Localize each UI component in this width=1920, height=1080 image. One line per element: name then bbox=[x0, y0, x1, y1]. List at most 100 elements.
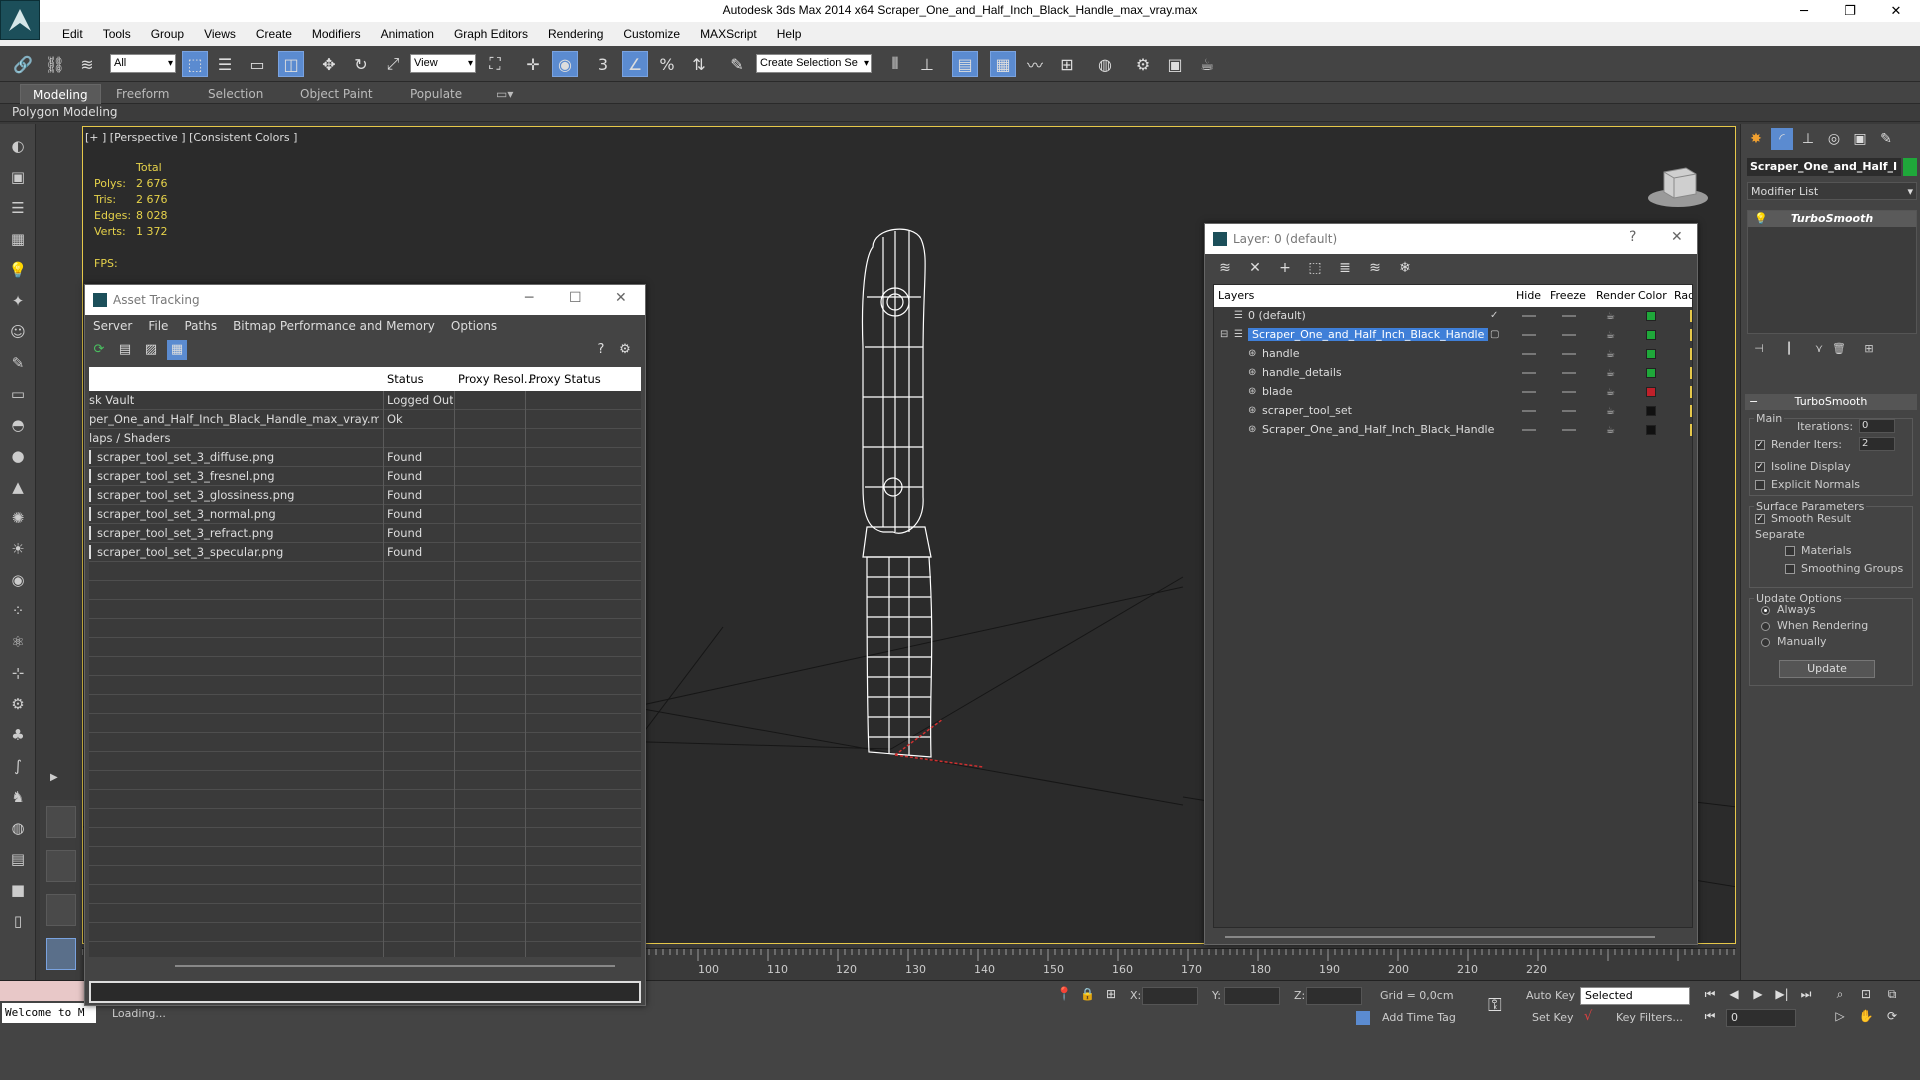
list-icon[interactable]: ☰ bbox=[6, 196, 30, 220]
refresh-icon[interactable]: ⟳ bbox=[89, 340, 109, 360]
menu-modifiers[interactable]: Modifiers bbox=[302, 22, 371, 46]
table-view-icon[interactable]: ▦ bbox=[167, 340, 187, 360]
table-row[interactable] bbox=[89, 619, 641, 638]
render-teapot-icon[interactable]: ☕ bbox=[1606, 349, 1618, 360]
hide-toggle[interactable] bbox=[1522, 315, 1536, 317]
close-button[interactable]: ✕ bbox=[1876, 0, 1916, 22]
viewport-layout-single[interactable] bbox=[46, 938, 76, 970]
unlink-icon[interactable]: ⛓ bbox=[42, 51, 68, 77]
utilities-tab-icon[interactable]: ✎ bbox=[1875, 128, 1897, 150]
paint-icon[interactable]: ✎ bbox=[6, 351, 30, 375]
zoom-all-icon[interactable]: ⊡ bbox=[1856, 987, 1876, 1005]
layer-row[interactable]: ⊛ scraper_tool_set ☕ bbox=[1214, 402, 1692, 421]
hair-icon[interactable]: ∫ bbox=[6, 754, 30, 778]
asset-maximize-button[interactable]: ☐ bbox=[569, 290, 582, 306]
render-iters-checkbox[interactable]: ✓ bbox=[1755, 440, 1765, 450]
menu-tools[interactable]: Tools bbox=[93, 22, 141, 46]
viewport-layout-three[interactable] bbox=[46, 894, 76, 926]
hide-toggle[interactable] bbox=[1522, 372, 1536, 374]
layer-color-swatch[interactable] bbox=[1646, 349, 1656, 359]
table-row[interactable] bbox=[89, 714, 641, 733]
col-hide[interactable]: Hide bbox=[1516, 289, 1541, 302]
orbit-icon[interactable]: ⟳ bbox=[1882, 1009, 1902, 1027]
freeze-toggle[interactable] bbox=[1562, 372, 1576, 374]
layer-explorer-icon[interactable]: ▤ bbox=[952, 51, 978, 77]
table-row[interactable]: laps / Shaders bbox=[89, 429, 641, 448]
create-tab-icon[interactable]: ✸ bbox=[1745, 128, 1767, 150]
viewport-layout-quad[interactable] bbox=[46, 806, 76, 838]
go-to-start-icon[interactable]: ⏮ bbox=[1700, 987, 1720, 1005]
help-icon[interactable]: ? bbox=[591, 340, 611, 360]
polygon-modeling-label[interactable]: Polygon Modeling bbox=[12, 105, 118, 119]
hide-all-icon[interactable]: ≋ bbox=[1365, 258, 1385, 278]
figure-icon[interactable]: ☺ bbox=[6, 320, 30, 344]
field-of-view-icon[interactable]: ▷ bbox=[1830, 1009, 1850, 1027]
freeze-toggle[interactable] bbox=[1562, 353, 1576, 355]
table-row[interactable] bbox=[89, 581, 641, 600]
menu-group[interactable]: Group bbox=[141, 22, 194, 46]
app-logo[interactable] bbox=[0, 0, 40, 40]
layer-row[interactable]: ⊛ handle_details ☕ bbox=[1214, 364, 1692, 383]
add-time-tag[interactable]: Add Time Tag bbox=[1382, 1011, 1456, 1024]
axis-icon[interactable]: ⊹ bbox=[6, 661, 30, 685]
set-key-icon[interactable]: ⚿ bbox=[1488, 995, 1502, 1016]
pivot-center-icon[interactable]: ⛶ bbox=[482, 51, 508, 77]
ref-coord-dropdown[interactable]: View bbox=[410, 54, 476, 73]
menu-help[interactable]: Help bbox=[767, 22, 812, 46]
object-name-field[interactable]: Scraper_One_and_Half_I bbox=[1747, 158, 1901, 176]
radiosity-toggle[interactable] bbox=[1690, 329, 1692, 341]
options-icon[interactable]: ⚙ bbox=[615, 340, 635, 360]
layer-manager-window[interactable]: Layer: 0 (default) ? ✕ ≋ ✕ + ⬚ ≣ ≋ ❄ Lay… bbox=[1204, 223, 1698, 945]
layer-row[interactable]: ⊛ blade ☕ bbox=[1214, 383, 1692, 402]
asset-close-button[interactable]: ✕ bbox=[615, 290, 627, 306]
select-by-name-icon[interactable]: ☰ bbox=[212, 51, 238, 77]
layer-color-swatch[interactable] bbox=[1646, 330, 1656, 340]
col-radiosity[interactable]: Rad bbox=[1674, 289, 1692, 302]
materials-checkbox[interactable] bbox=[1785, 546, 1795, 556]
col-render[interactable]: Render bbox=[1596, 289, 1635, 302]
radiosity-toggle[interactable] bbox=[1690, 367, 1692, 379]
go-to-end-icon[interactable]: ⏭ bbox=[1796, 987, 1816, 1005]
table-row[interactable] bbox=[89, 790, 641, 809]
plant-icon[interactable]: ♣ bbox=[6, 723, 30, 747]
col-layers[interactable]: Layers bbox=[1218, 289, 1254, 302]
table-row[interactable] bbox=[89, 771, 641, 790]
freeze-toggle[interactable] bbox=[1562, 391, 1576, 393]
table-row[interactable]: scraper_tool_set_3_fresnel.png Found bbox=[89, 467, 641, 486]
percent-snap-icon[interactable]: % bbox=[654, 51, 680, 77]
angle-snap-icon[interactable]: ∠ bbox=[622, 51, 648, 77]
rollout-header[interactable]: − TurboSmooth bbox=[1745, 394, 1917, 410]
spike-icon[interactable]: ✺ bbox=[6, 506, 30, 530]
rect-selection-icon[interactable]: ▭ bbox=[244, 51, 270, 77]
molecule-icon[interactable]: ⚛ bbox=[6, 630, 30, 654]
link-icon[interactable]: 🔗 bbox=[10, 51, 36, 77]
panel-icon[interactable]: ▭ bbox=[6, 382, 30, 406]
collapse-icon[interactable]: ⊟ bbox=[1220, 329, 1232, 341]
table-row[interactable] bbox=[89, 600, 641, 619]
rendered-frame-icon[interactable]: ▣ bbox=[1162, 51, 1188, 77]
spinner-snap-icon[interactable]: ⇅ bbox=[686, 51, 712, 77]
table-row[interactable] bbox=[89, 752, 641, 771]
table-row[interactable]: scraper_tool_set_3_specular.png Found bbox=[89, 543, 641, 562]
layer-name[interactable]: blade bbox=[1262, 385, 1293, 398]
modifier-stack[interactable]: 💡 TurboSmooth bbox=[1747, 210, 1917, 334]
radiosity-toggle[interactable] bbox=[1690, 405, 1692, 417]
layer-name[interactable]: handle bbox=[1262, 347, 1300, 360]
radiosity-toggle[interactable] bbox=[1690, 424, 1692, 436]
grid-icon[interactable]: ▦ bbox=[6, 227, 30, 251]
layer-row[interactable]: ☰ ⊟ Scraper_One_and_Half_Inch_Black_Handle… bbox=[1214, 326, 1692, 345]
table-row[interactable]: sk Vault Logged Out ... bbox=[89, 391, 641, 410]
align-icon[interactable]: ⊥ bbox=[914, 51, 940, 77]
table-row[interactable] bbox=[89, 695, 641, 714]
freeze-toggle[interactable] bbox=[1562, 334, 1576, 336]
freeze-toggle[interactable] bbox=[1562, 410, 1576, 412]
radiosity-toggle[interactable] bbox=[1690, 386, 1692, 398]
iterations-spinner[interactable]: 0 bbox=[1859, 419, 1895, 433]
layer-color-swatch[interactable] bbox=[1646, 425, 1656, 435]
current-layer-check-icon[interactable]: ✓ bbox=[1490, 310, 1502, 322]
current-frame-field[interactable]: 0 bbox=[1726, 1009, 1796, 1027]
col-proxy-status[interactable]: Proxy Status bbox=[529, 372, 601, 386]
key-mode-icon[interactable]: √ bbox=[1584, 1009, 1592, 1024]
selection-lock-icon[interactable]: 🔒 bbox=[1080, 987, 1095, 1001]
layer-horizontal-scrollbar[interactable] bbox=[1225, 936, 1655, 938]
